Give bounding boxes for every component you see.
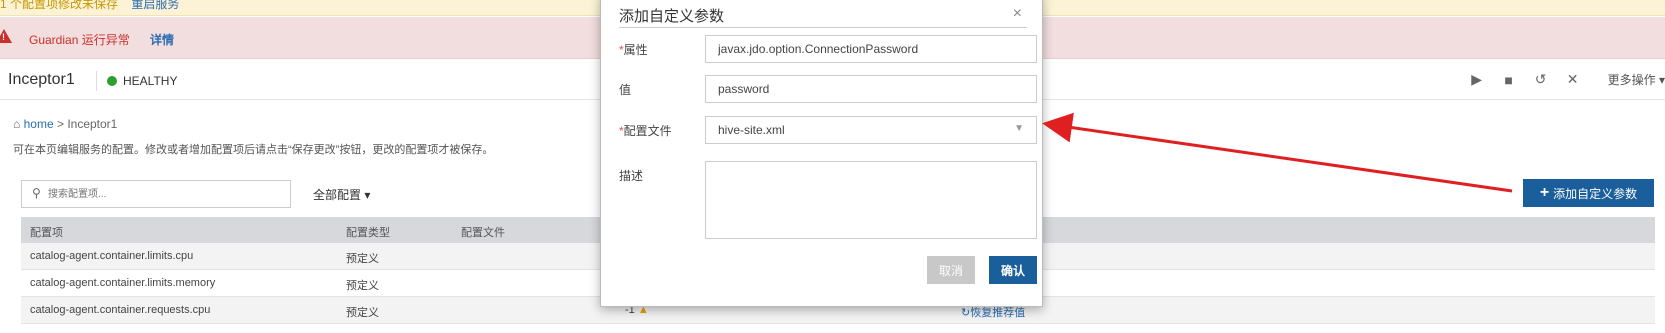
service-status: HEALTHY (123, 74, 178, 88)
help-text: 可在本页编辑服务的配置。修改或者增加配置项后请点击“保存更改”按钮，更改的配置项… (13, 144, 494, 156)
header-divider (96, 71, 97, 91)
row-key: catalog-agent.container.requests.cpu (30, 304, 211, 316)
config-file-value: hive-site.xml (718, 123, 785, 137)
confirm-button[interactable]: 确认 (989, 256, 1037, 284)
restart-service-link[interactable]: 重启服务 (131, 0, 179, 11)
stop-icon[interactable]: ■ (1502, 72, 1516, 88)
add-custom-param-label: 添加自定义参数 (1553, 186, 1638, 201)
dialog-title: 添加自定义参数 (619, 8, 725, 25)
attr-input[interactable] (705, 35, 1037, 63)
plus-icon: + (1539, 184, 1550, 201)
search-icon: ⚲ (32, 186, 41, 200)
alert-triangle-icon: ! (0, 29, 12, 43)
service-name: Inceptor1 (8, 71, 75, 88)
row-key: catalog-agent.container.limits.cpu (30, 250, 194, 262)
delete-icon[interactable]: ✕ (1566, 71, 1580, 88)
warning-text: 1 个配置项修改未保存 (0, 0, 119, 11)
attr-label: *属性 (619, 43, 648, 57)
config-filter-dropdown[interactable]: 全部配置 ▾ (313, 186, 370, 203)
error-detail-link[interactable]: 详情 (150, 31, 174, 48)
row-type: 预定义 (346, 280, 379, 292)
restart-icon[interactable]: ↺ (1534, 71, 1548, 88)
refresh-icon: ↻ (961, 307, 971, 319)
config-file-select[interactable]: hive-site.xml ▼ (705, 116, 1037, 144)
breadcrumb: ⌂ home > Inceptor1 (13, 117, 117, 131)
value-input[interactable] (705, 75, 1037, 103)
value-label: 值 (619, 83, 632, 97)
more-actions-dropdown[interactable]: 更多操作 ▾ (1608, 71, 1665, 88)
row-key: catalog-agent.container.limits.memory (30, 277, 216, 289)
row-type: 预定义 (346, 307, 379, 319)
col-header-file[interactable]: 配置文件 (461, 224, 505, 240)
status-dot-icon (107, 76, 117, 86)
close-icon[interactable]: × (1013, 5, 1022, 23)
row-type: 预定义 (346, 253, 379, 265)
chevron-down-icon: ▼ (1014, 123, 1024, 134)
desc-textarea[interactable] (705, 161, 1037, 239)
breadcrumb-separator: > (53, 117, 68, 131)
dialog-title-divider (619, 27, 1027, 28)
col-header-type[interactable]: 配置类型 (346, 224, 390, 240)
add-custom-param-button[interactable]: + 添加自定义参数 (1523, 179, 1654, 207)
home-icon: ⌂ (13, 117, 21, 131)
start-icon[interactable]: ▶ (1470, 71, 1484, 88)
config-file-label: *配置文件 (619, 124, 672, 138)
search-box[interactable]: ⚲ (21, 180, 291, 208)
col-header-key[interactable]: 配置项 (30, 224, 63, 240)
breadcrumb-home[interactable]: home (24, 117, 54, 131)
search-input[interactable] (48, 185, 278, 203)
error-message: Guardian 运行异常 (29, 33, 130, 47)
cancel-button[interactable]: 取消 (927, 256, 975, 284)
add-custom-param-dialog: 添加自定义参数 × *属性 值 *配置文件 hive-site.xml ▼ 描述… (600, 0, 1043, 307)
service-actions: ▶ ■ ↺ ✕ 更多操作 ▾ (1470, 71, 1665, 88)
desc-label: 描述 (619, 169, 644, 183)
breadcrumb-current: Inceptor1 (67, 117, 118, 131)
